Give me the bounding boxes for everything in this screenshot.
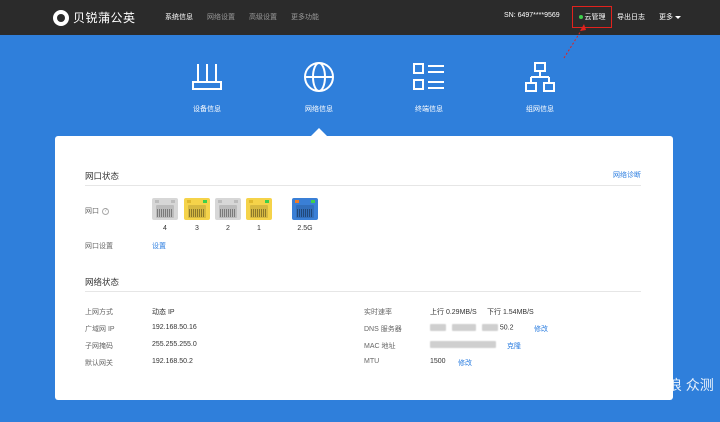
network-diagnose-link[interactable]: 网络诊断 bbox=[613, 170, 641, 180]
ethernet-port-icon bbox=[184, 198, 210, 220]
nav-more-functions[interactable]: 更多功能 bbox=[291, 12, 319, 22]
dns-tail: 50.2 bbox=[499, 324, 514, 332]
router-icon bbox=[192, 64, 222, 90]
divider bbox=[85, 291, 641, 292]
ethernet-port-icon bbox=[215, 198, 241, 220]
top-bar: 贝锐蒲公英 系统信息 网络设置 高级设置 更多功能 SN: 6497****95… bbox=[0, 0, 720, 35]
port-label: 网口? bbox=[85, 206, 109, 216]
nav-system-info[interactable]: 系统信息 bbox=[165, 12, 193, 22]
chevron-down-icon bbox=[675, 15, 681, 19]
tab-network-info[interactable]: 网络信息 bbox=[279, 60, 359, 114]
brand-logo-icon bbox=[53, 9, 69, 26]
redacted-block bbox=[481, 324, 498, 331]
nav-advanced-settings[interactable]: 高级设置 bbox=[249, 12, 277, 22]
export-log-button[interactable]: 导出日志 bbox=[617, 12, 645, 22]
brand-logo[interactable]: 贝锐蒲公英 bbox=[53, 9, 136, 26]
wan-ip-label: 广域网 IP bbox=[85, 326, 115, 333]
mtu-label: MTU bbox=[364, 358, 380, 365]
tab-terminal-info[interactable]: 终端信息 bbox=[389, 60, 469, 114]
ethernet-port-icon bbox=[152, 198, 178, 220]
default-gateway-label: 默认网关 bbox=[85, 360, 113, 367]
redacted-block bbox=[430, 324, 446, 331]
port-setting-label: 网口设置 bbox=[85, 243, 113, 250]
redacted-block bbox=[451, 324, 476, 331]
download-rate-value: 下行 1.54MB/S bbox=[487, 309, 534, 316]
ethernet-port-icon bbox=[246, 198, 272, 220]
mac-value bbox=[430, 341, 496, 348]
brand-name: 贝锐蒲公英 bbox=[73, 11, 136, 25]
nav-network-settings[interactable]: 网络设置 bbox=[207, 12, 235, 22]
network-tree-icon bbox=[525, 62, 555, 92]
port-2[interactable]: 2 bbox=[215, 198, 241, 232]
port-status-title: 网口状态 bbox=[85, 171, 120, 181]
default-gateway-value: 192.168.50.2 bbox=[152, 358, 193, 365]
port-number: 2 bbox=[226, 225, 230, 232]
network-status-title: 网络状态 bbox=[85, 277, 120, 287]
tab-group-network-info-label: 组网信息 bbox=[526, 106, 554, 113]
port-number: 3 bbox=[195, 225, 199, 232]
port-setting-link[interactable]: 设置 bbox=[152, 241, 166, 251]
port-number: 2.5G bbox=[297, 225, 313, 232]
port-pins bbox=[297, 209, 313, 217]
port-leds bbox=[155, 200, 175, 203]
port-4[interactable]: 4 bbox=[152, 198, 178, 232]
dns-label: DNS 服务器 bbox=[364, 326, 402, 333]
serial-number: SN: 6497****9569 bbox=[504, 12, 560, 19]
dns-value: 50.2 bbox=[430, 324, 513, 331]
watermark: 新 浪 众测 bbox=[650, 377, 714, 393]
subnet-mask-value: 255.255.255.0 bbox=[152, 341, 197, 348]
port-wan-2-5g[interactable]: 2.5G bbox=[292, 198, 318, 232]
subnet-mask-label: 子网掩码 bbox=[85, 343, 113, 350]
tab-terminal-info-label: 终端信息 bbox=[415, 106, 443, 113]
help-icon[interactable]: ? bbox=[102, 207, 109, 215]
upload-rate-value: 上行 0.29MB/S bbox=[430, 309, 477, 316]
port-label-text: 网口 bbox=[85, 208, 99, 215]
more-label: 更多 bbox=[659, 14, 673, 21]
port-leds bbox=[187, 200, 207, 203]
more-menu-button[interactable]: 更多 bbox=[659, 12, 681, 22]
mac-label: MAC 地址 bbox=[364, 343, 396, 350]
port-pins bbox=[220, 209, 236, 217]
port-1[interactable]: 1 bbox=[246, 198, 272, 232]
tab-device-info[interactable]: 设备信息 bbox=[167, 60, 247, 114]
port-leds bbox=[295, 200, 315, 203]
mtu-edit-link[interactable]: 修改 bbox=[458, 358, 472, 368]
network-info-panel: 网口状态 网络诊断 网口? 4 3 2 1 2.5G 网口设置 设置 网络状态 … bbox=[55, 136, 673, 400]
info-tabs: 设备信息 网络信息 终端信息 组网信息 bbox=[0, 60, 720, 120]
ethernet-port-icon bbox=[292, 198, 318, 220]
port-number: 1 bbox=[257, 225, 261, 232]
active-tab-pointer bbox=[311, 128, 327, 136]
port-pins bbox=[251, 209, 267, 217]
wan-ip-value: 192.168.50.16 bbox=[152, 324, 197, 331]
mtu-value: 1500 bbox=[430, 358, 446, 365]
annotation-arrow-icon bbox=[563, 24, 586, 59]
port-3[interactable]: 3 bbox=[184, 198, 210, 232]
realtime-rate-label: 实时速率 bbox=[364, 309, 392, 316]
dns-edit-link[interactable]: 修改 bbox=[534, 324, 548, 334]
cloud-manage-label: 云管理 bbox=[584, 14, 606, 21]
tab-group-network-info[interactable]: 组网信息 bbox=[500, 60, 580, 114]
port-pins bbox=[189, 209, 205, 217]
main-nav: 系统信息 网络设置 高级设置 更多功能 bbox=[165, 12, 319, 22]
list-icon bbox=[413, 63, 444, 90]
connection-type-value: 动态 IP bbox=[152, 309, 175, 316]
redacted-block bbox=[430, 341, 496, 348]
port-leds bbox=[249, 200, 269, 203]
port-leds bbox=[218, 200, 238, 203]
online-status-icon bbox=[578, 15, 583, 19]
connection-type-label: 上网方式 bbox=[85, 309, 113, 316]
tab-network-info-label: 网络信息 bbox=[305, 106, 333, 113]
mac-clone-link[interactable]: 克隆 bbox=[507, 341, 521, 351]
globe-icon bbox=[304, 62, 334, 92]
port-pins bbox=[157, 209, 173, 217]
port-number: 4 bbox=[163, 225, 167, 232]
tab-device-info-label: 设备信息 bbox=[193, 106, 221, 113]
divider bbox=[85, 185, 641, 186]
